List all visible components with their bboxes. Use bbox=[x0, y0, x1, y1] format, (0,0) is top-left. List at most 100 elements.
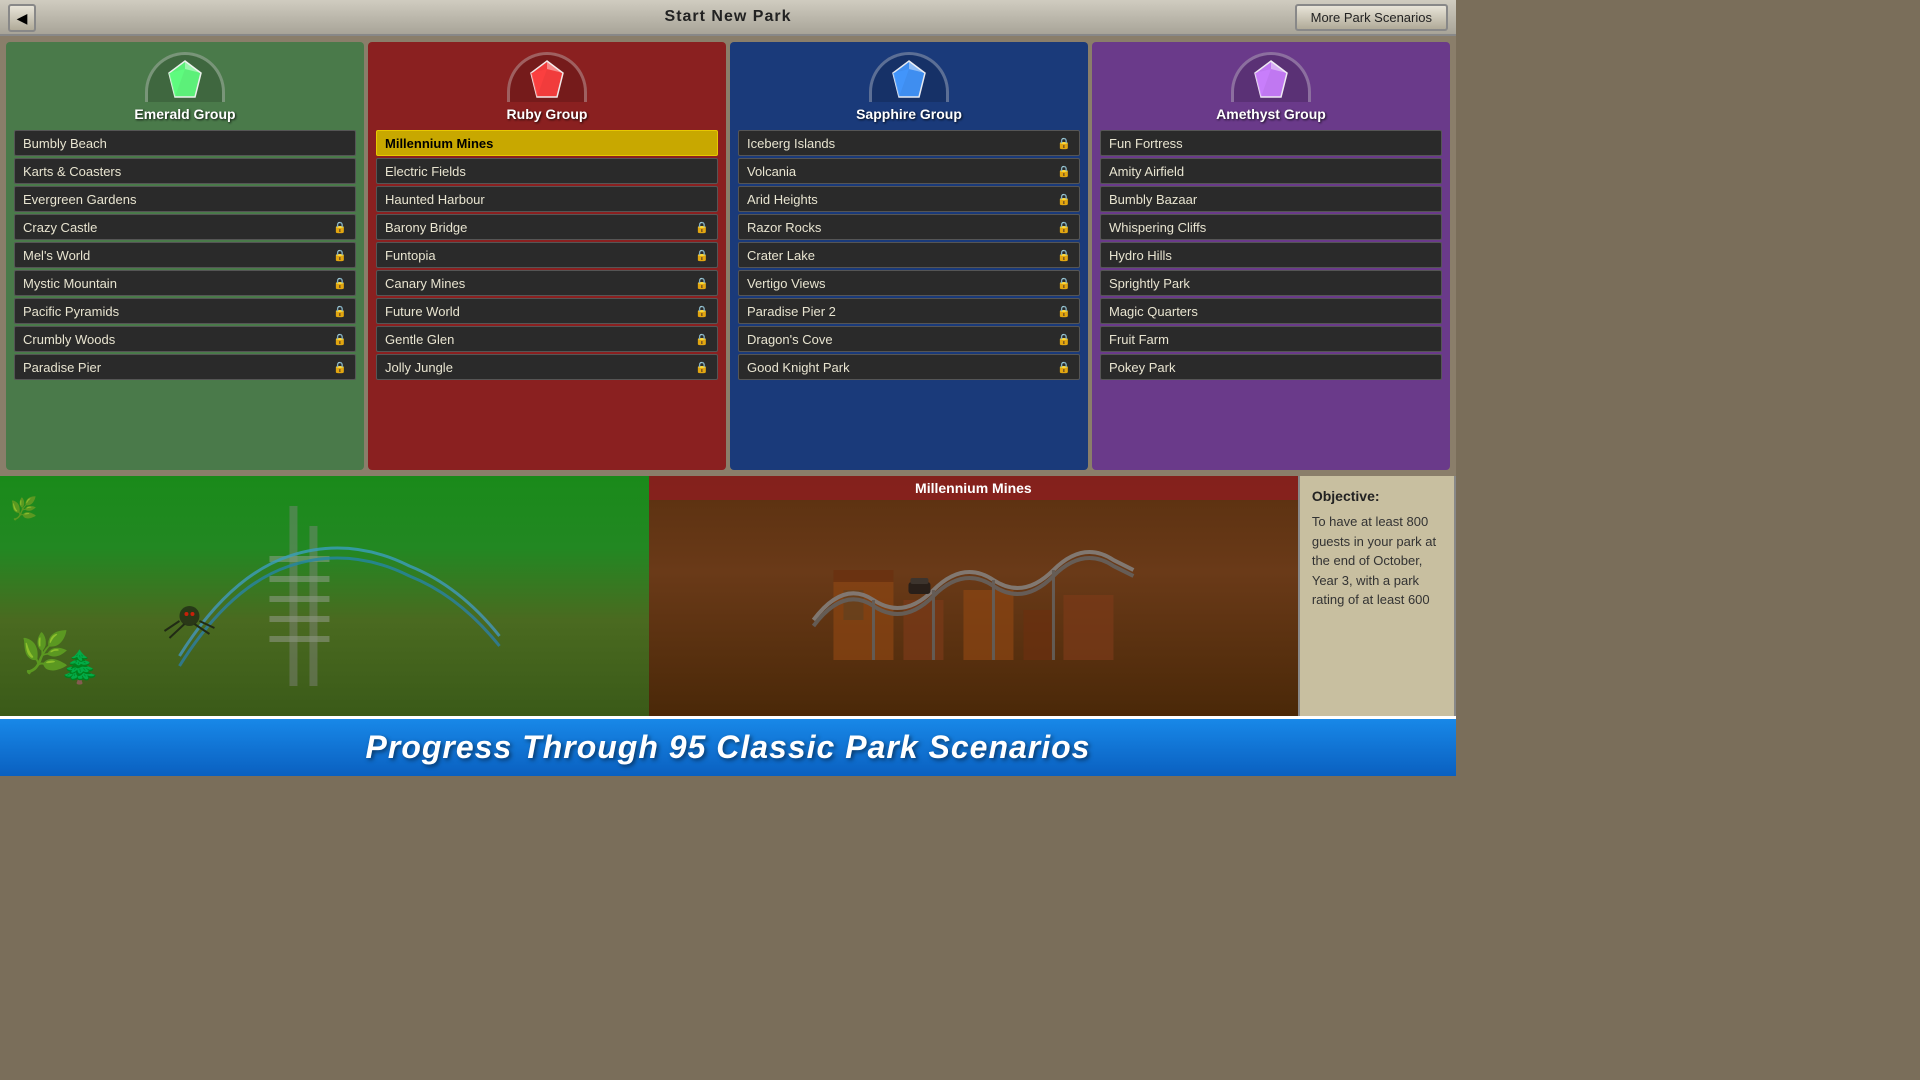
group-header-ruby: Ruby Group bbox=[368, 42, 726, 130]
group-header-emerald: Emerald Group bbox=[6, 42, 364, 130]
lock-icon: 🔒 bbox=[1057, 165, 1071, 178]
scenario-item[interactable]: Karts & Coasters bbox=[14, 158, 356, 184]
bottom-section: 🌿 🌲 🌿 Millennium Min bbox=[0, 476, 1456, 716]
lock-icon: 🔒 bbox=[1057, 305, 1071, 318]
lock-icon: 🔒 bbox=[695, 221, 709, 234]
scenario-item[interactable]: Electric Fields bbox=[376, 158, 718, 184]
scenario-item[interactable]: Magic Quarters bbox=[1100, 298, 1442, 324]
scenario-item[interactable]: Funtopia 🔒 bbox=[376, 242, 718, 268]
scenario-list-emerald: Bumbly Beach Karts & CoastersEvergreen Ga… bbox=[6, 130, 364, 462]
scenario-name: Fruit Farm bbox=[1109, 332, 1169, 347]
lock-icon: 🔒 bbox=[1057, 193, 1071, 206]
lock-icon: 🔒 bbox=[333, 361, 347, 374]
scenario-item[interactable]: Bumbly Beach bbox=[14, 130, 356, 156]
scenario-item[interactable]: Iceberg Islands🔒 bbox=[738, 130, 1080, 156]
preview-center: Millennium Mines bbox=[649, 476, 1298, 716]
scenario-name: Hydro Hills bbox=[1109, 248, 1172, 263]
group-panel-amethyst: Amethyst Group Fun Fortress Amity Airfield… bbox=[1092, 42, 1450, 470]
scenario-item[interactable]: Amity Airfield bbox=[1100, 158, 1442, 184]
scenario-item[interactable]: Mystic Mountain 🔒 bbox=[14, 270, 356, 296]
lock-icon: 🔒 bbox=[1057, 333, 1071, 346]
scenario-item[interactable]: Fun Fortress bbox=[1100, 130, 1442, 156]
scenario-item[interactable]: Haunted Harbour bbox=[376, 186, 718, 212]
scenario-item[interactable]: Arid Heights 🔒 bbox=[738, 186, 1080, 212]
scenario-name: Magic Quarters bbox=[1109, 304, 1198, 319]
lock-icon: 🔒 bbox=[333, 221, 347, 234]
main-content: Emerald Group Bumbly Beach Karts & Coaster… bbox=[0, 36, 1456, 476]
lock-icon: 🔒 bbox=[333, 277, 347, 290]
gem-icon-ruby bbox=[525, 57, 569, 101]
scenario-item[interactable]: Pacific Pyramids🔒 bbox=[14, 298, 356, 324]
lock-icon: 🔒 bbox=[695, 249, 709, 262]
scenario-name: Crazy Castle bbox=[23, 220, 97, 235]
bottom-banner: Progress Through 95 Classic Park Scenari… bbox=[0, 716, 1456, 776]
scenario-item[interactable]: Barony Bridge🔒 bbox=[376, 214, 718, 240]
scenario-name: Paradise Pier 2 bbox=[747, 304, 836, 319]
preview-title: Millennium Mines bbox=[649, 476, 1298, 500]
back-button[interactable]: ◀ bbox=[8, 4, 36, 32]
scenario-item[interactable]: Hydro Hills bbox=[1100, 242, 1442, 268]
scenario-name: Gentle Glen bbox=[385, 332, 454, 347]
scenario-name: Crater Lake bbox=[747, 248, 815, 263]
scenario-item[interactable]: Dragon's Cove 🔒 bbox=[738, 326, 1080, 352]
scenario-name: Millennium Mines bbox=[385, 136, 493, 151]
scenario-name: Canary Mines bbox=[385, 276, 465, 291]
group-name-ruby: Ruby Group bbox=[507, 106, 588, 122]
scenario-name: Amity Airfield bbox=[1109, 164, 1184, 179]
group-panel-ruby: Ruby Group Millennium Mines Electric Field… bbox=[368, 42, 726, 470]
scenario-name: Fun Fortress bbox=[1109, 136, 1183, 151]
more-scenarios-button[interactable]: More Park Scenarios bbox=[1295, 4, 1448, 31]
scenario-item[interactable]: Whispering Cliffs bbox=[1100, 214, 1442, 240]
lock-icon: 🔒 bbox=[1057, 361, 1071, 374]
banner-text: Progress Through 95 Classic Park Scenari… bbox=[366, 729, 1091, 766]
objective-text: To have at least 800 guests in your park… bbox=[1312, 512, 1442, 610]
scenario-item[interactable]: Good Knight Park 🔒 bbox=[738, 354, 1080, 380]
scenario-name: Good Knight Park bbox=[747, 360, 850, 375]
scenario-name: Volcania bbox=[747, 164, 796, 179]
scenario-item[interactable]: Crumbly Woods 🔒 bbox=[14, 326, 356, 352]
scenario-item[interactable]: Mel's World🔒 bbox=[14, 242, 356, 268]
top-bar: ◀ Start New Park More Park Scenarios bbox=[0, 0, 1456, 36]
scenario-item[interactable]: Evergreen Gardens bbox=[14, 186, 356, 212]
scenario-name: Whispering Cliffs bbox=[1109, 220, 1206, 235]
lock-icon: 🔒 bbox=[1057, 277, 1071, 290]
scenario-item[interactable]: Paradise Pier🔒 bbox=[14, 354, 356, 380]
scenario-name: Dragon's Cove bbox=[747, 332, 833, 347]
scenario-item[interactable]: Future World🔒 bbox=[376, 298, 718, 324]
scenario-name: Mel's World bbox=[23, 248, 90, 263]
scenario-name: Vertigo Views bbox=[747, 276, 826, 291]
scenario-item[interactable]: Crater Lake🔒 bbox=[738, 242, 1080, 268]
scenario-name: Crumbly Woods bbox=[23, 332, 115, 347]
scenario-name: Bumbly Beach bbox=[23, 136, 107, 151]
scenario-item[interactable]: Fruit Farm bbox=[1100, 326, 1442, 352]
group-header-amethyst: Amethyst Group bbox=[1092, 42, 1450, 130]
group-panel-sapphire: Sapphire GroupIceberg Islands🔒Volcania🔒A… bbox=[730, 42, 1088, 470]
scenario-name: Arid Heights bbox=[747, 192, 818, 207]
scenario-list-ruby: Millennium Mines Electric FieldsHaunted H… bbox=[368, 130, 726, 462]
lock-icon: 🔒 bbox=[695, 277, 709, 290]
lock-icon: 🔒 bbox=[333, 305, 347, 318]
scenario-item[interactable]: Canary Mines 🔒 bbox=[376, 270, 718, 296]
scenario-item[interactable]: Gentle Glen 🔒 bbox=[376, 326, 718, 352]
scenario-name: Mystic Mountain bbox=[23, 276, 117, 291]
lock-icon: 🔒 bbox=[1057, 221, 1071, 234]
scenario-item[interactable]: Jolly Jungle🔒 bbox=[376, 354, 718, 380]
lock-icon: 🔒 bbox=[695, 333, 709, 346]
scenario-item[interactable]: Pokey Park bbox=[1100, 354, 1442, 380]
group-panel-emerald: Emerald Group Bumbly Beach Karts & Coaster… bbox=[6, 42, 364, 470]
group-name-emerald: Emerald Group bbox=[134, 106, 235, 122]
scenario-name: Funtopia bbox=[385, 248, 436, 263]
scenario-name: Iceberg Islands bbox=[747, 136, 835, 151]
scenario-name: Razor Rocks bbox=[747, 220, 821, 235]
scenario-item[interactable]: Razor Rocks 🔒 bbox=[738, 214, 1080, 240]
scenario-item[interactable]: Volcania 🔒 bbox=[738, 158, 1080, 184]
scenario-item[interactable]: Crazy Castle 🔒 bbox=[14, 214, 356, 240]
scenario-item[interactable]: Vertigo Views 🔒 bbox=[738, 270, 1080, 296]
group-name-sapphire: Sapphire Group bbox=[856, 106, 962, 122]
lock-icon: 🔒 bbox=[695, 305, 709, 318]
scenario-item[interactable]: Paradise Pier 2 🔒 bbox=[738, 298, 1080, 324]
scenario-item[interactable]: Bumbly Bazaar bbox=[1100, 186, 1442, 212]
lock-icon: 🔒 bbox=[333, 333, 347, 346]
scenario-item[interactable]: Millennium Mines bbox=[376, 130, 718, 156]
scenario-item[interactable]: Sprightly Park bbox=[1100, 270, 1442, 296]
